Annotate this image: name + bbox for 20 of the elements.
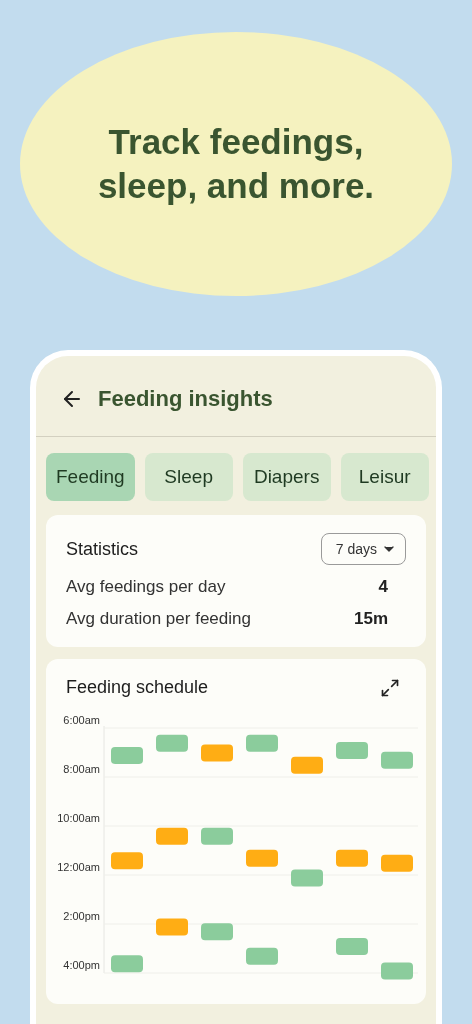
card-title: Feeding schedule bbox=[66, 677, 209, 698]
category-tab[interactable]: Diapers bbox=[242, 453, 331, 501]
card-title: Statistics bbox=[66, 538, 139, 560]
axis-label: 12:00am bbox=[57, 861, 100, 873]
axis-label: 8:00am bbox=[63, 763, 100, 775]
stat-label: Avg feedings per day bbox=[66, 577, 226, 597]
headline: Track feedings, sleep, and more. bbox=[96, 121, 376, 207]
range-dropdown[interactable]: 7 days bbox=[320, 533, 406, 565]
stat-value: 4 bbox=[378, 577, 388, 597]
axis-label: 2:00pm bbox=[63, 910, 100, 922]
stat-value: 15m bbox=[353, 609, 388, 629]
axis-label: 10:00am bbox=[57, 812, 100, 824]
category-tab[interactable]: Sleep bbox=[144, 453, 233, 501]
axis-label: 4:00pm bbox=[63, 959, 100, 971]
category-tab[interactable]: Feeding bbox=[46, 453, 135, 501]
stat-label: Avg duration per feeding bbox=[66, 609, 251, 629]
expand-icon[interactable] bbox=[380, 677, 400, 698]
screen-title: Feeding insights bbox=[98, 386, 273, 412]
axis-label: 6:00am bbox=[63, 714, 100, 726]
category-tab[interactable]: Leisur bbox=[340, 453, 429, 501]
